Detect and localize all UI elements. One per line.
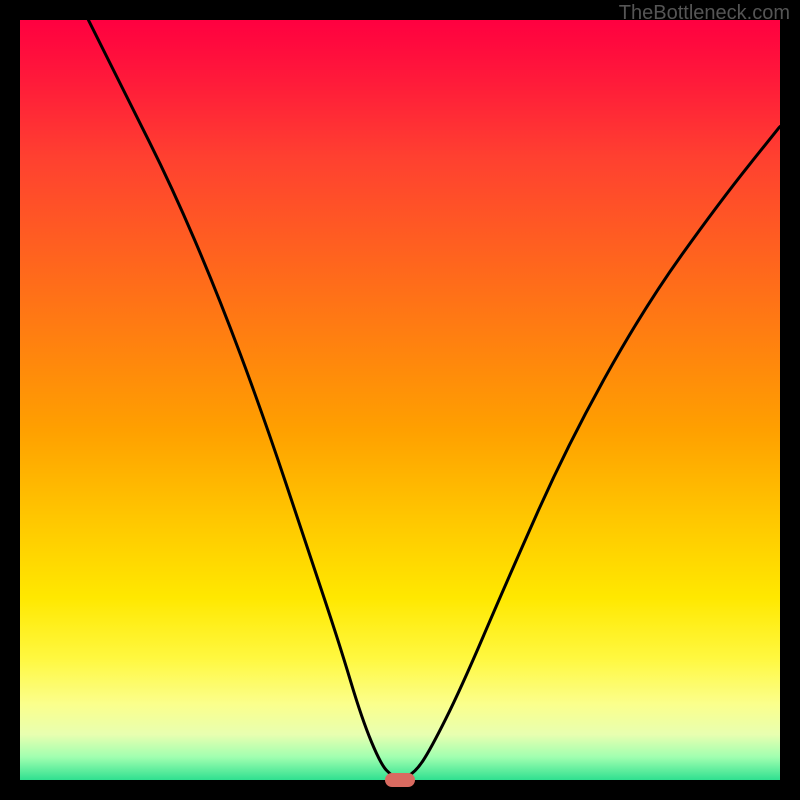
watermark-text: TheBottleneck.com (619, 2, 790, 25)
chart-container: TheBottleneck.com (0, 0, 800, 800)
minimum-marker (385, 773, 415, 787)
bottleneck-curve (88, 20, 780, 779)
curve-svg (20, 20, 780, 780)
